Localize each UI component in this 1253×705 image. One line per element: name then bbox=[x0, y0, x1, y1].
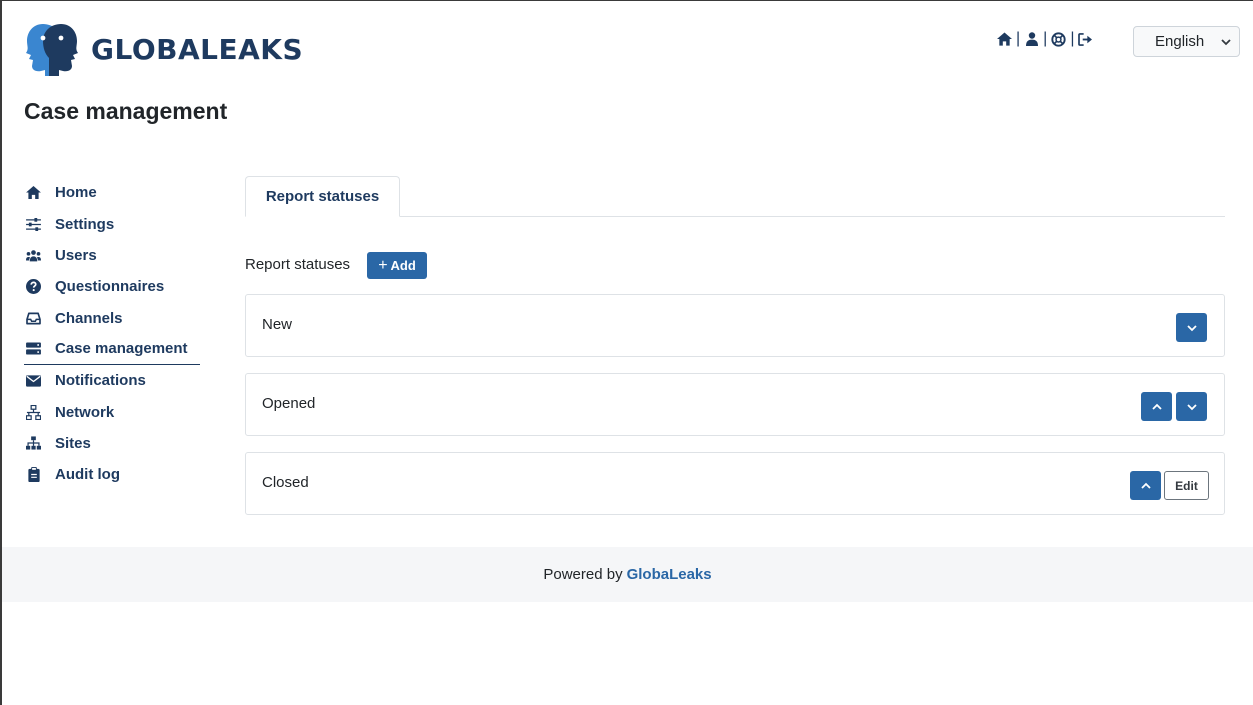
top-nav: | | | bbox=[997, 30, 1093, 48]
status-card-opened: Opened bbox=[245, 373, 1225, 436]
page-title: Case management bbox=[24, 98, 228, 124]
footer-brand-link[interactable]: GlobaLeaks bbox=[627, 566, 712, 583]
server-icon bbox=[26, 341, 41, 356]
sidebar-item-label: Case management bbox=[55, 340, 188, 358]
nav-separator: | bbox=[1016, 30, 1021, 47]
sidebar: Home Settings Users Questionnaires Chann… bbox=[24, 177, 200, 491]
sidebar-item-case-management[interactable]: Case management bbox=[24, 334, 200, 365]
status-name: New bbox=[262, 316, 293, 333]
section-label: Report statuses bbox=[245, 256, 351, 273]
sliders-icon bbox=[26, 217, 41, 232]
sidebar-item-label: Network bbox=[55, 403, 115, 421]
tab-report-statuses[interactable]: Report statuses bbox=[245, 176, 400, 217]
users-icon bbox=[26, 248, 41, 263]
sidebar-item-label: Questionnaires bbox=[55, 278, 165, 296]
chevron-up-icon bbox=[1140, 482, 1151, 489]
status-name: Closed bbox=[262, 474, 309, 491]
plus-icon: + bbox=[378, 256, 388, 274]
home-icon[interactable] bbox=[997, 32, 1012, 47]
sidebar-item-label: Users bbox=[55, 246, 97, 264]
sidebar-item-settings[interactable]: Settings bbox=[24, 208, 200, 239]
sidebar-item-home[interactable]: Home bbox=[24, 177, 200, 208]
add-status-button[interactable]: + Add bbox=[367, 252, 427, 279]
logo[interactable]: GLOBALEAKS bbox=[23, 22, 303, 76]
footer: Powered by GlobaLeaks bbox=[2, 547, 1253, 602]
move-up-button[interactable] bbox=[1141, 392, 1172, 421]
sidebar-item-sites[interactable]: Sites bbox=[24, 428, 200, 459]
sidebar-item-questionnaires[interactable]: Questionnaires bbox=[24, 271, 200, 302]
envelope-icon bbox=[26, 373, 41, 388]
question-circle-icon bbox=[26, 279, 41, 295]
sidebar-item-network[interactable]: Network bbox=[24, 396, 200, 427]
inbox-icon bbox=[26, 311, 41, 326]
network-icon bbox=[26, 404, 41, 420]
chevron-up-icon bbox=[1151, 403, 1162, 410]
chevron-down-icon bbox=[1221, 39, 1231, 46]
add-button-label: Add bbox=[390, 258, 416, 273]
language-select[interactable]: English bbox=[1133, 26, 1240, 57]
tab-bar: Report statuses bbox=[245, 176, 1225, 217]
status-name: Opened bbox=[262, 395, 316, 412]
sidebar-item-label: Channels bbox=[55, 309, 123, 327]
clipboard-icon bbox=[26, 467, 41, 483]
globaleaks-logo-icon bbox=[26, 24, 78, 76]
help-icon[interactable] bbox=[1051, 31, 1066, 47]
sidebar-item-label: Home bbox=[55, 184, 97, 202]
window-border-top bbox=[0, 0, 1253, 1]
footer-text: Powered by bbox=[543, 566, 623, 583]
brand-name: GLOBALEAKS bbox=[91, 32, 304, 66]
move-up-button[interactable] bbox=[1130, 471, 1161, 500]
sidebar-item-label: Notifications bbox=[55, 372, 146, 390]
sidebar-item-notifications[interactable]: Notifications bbox=[24, 365, 200, 396]
sidebar-item-users[interactable]: Users bbox=[24, 240, 200, 271]
logout-icon[interactable] bbox=[1078, 32, 1093, 47]
chevron-down-icon bbox=[1186, 324, 1197, 331]
move-down-button[interactable] bbox=[1176, 392, 1207, 421]
user-icon[interactable] bbox=[1024, 32, 1039, 47]
sidebar-item-audit-log[interactable]: Audit log bbox=[24, 459, 200, 490]
sitemap-icon bbox=[26, 436, 41, 451]
home-icon bbox=[26, 185, 41, 200]
status-card-new: New bbox=[245, 294, 1225, 357]
language-value: English bbox=[1155, 33, 1205, 50]
chevron-down-icon bbox=[1186, 403, 1197, 410]
edit-button[interactable]: Edit bbox=[1164, 471, 1209, 500]
status-card-closed: Closed Edit bbox=[245, 452, 1225, 515]
move-down-button[interactable] bbox=[1176, 313, 1207, 342]
nav-separator: | bbox=[1043, 30, 1048, 47]
sidebar-item-label: Settings bbox=[55, 215, 115, 233]
sidebar-item-label: Audit log bbox=[55, 466, 120, 484]
nav-separator: | bbox=[1070, 30, 1075, 47]
sidebar-item-label: Sites bbox=[55, 434, 91, 452]
sidebar-item-channels[interactable]: Channels bbox=[24, 303, 200, 334]
